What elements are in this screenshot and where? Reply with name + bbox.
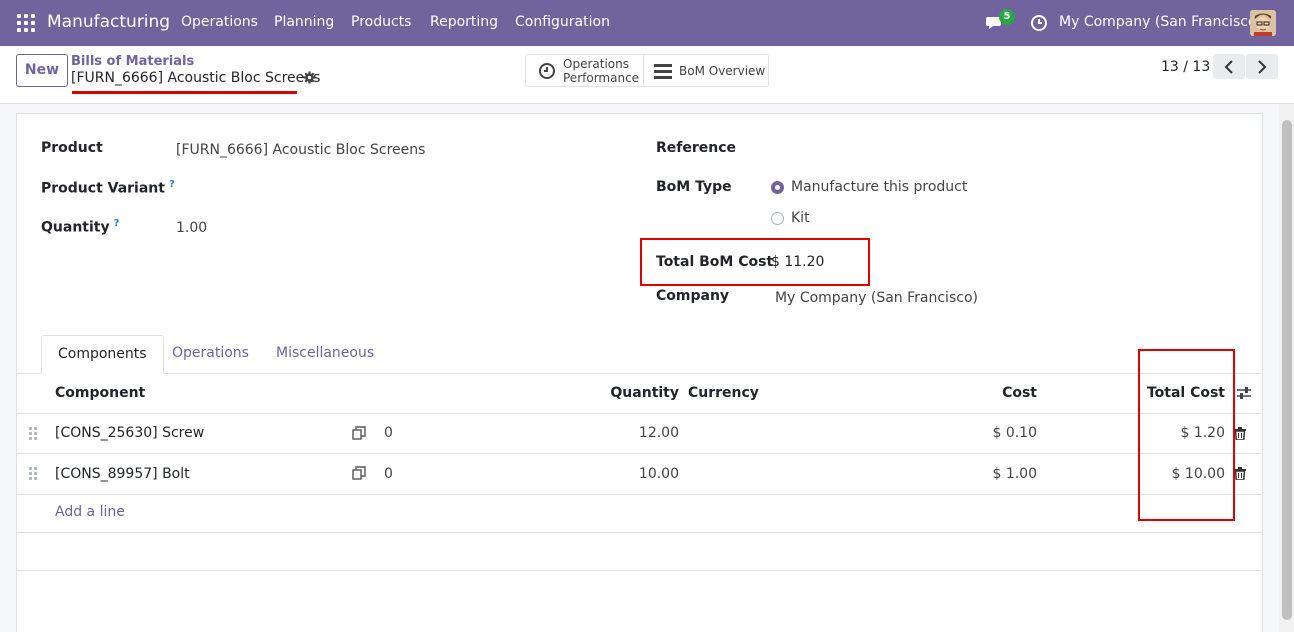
avatar[interactable] (1250, 10, 1276, 36)
operations-performance-label-1: Operations (563, 56, 629, 71)
chat-count-badge: 5 (999, 9, 1015, 25)
pager-next-button[interactable] (1246, 54, 1278, 79)
menu-configuration[interactable]: Configuration (515, 14, 610, 30)
operations-performance-label-2: Performance (563, 70, 640, 85)
trash-icon[interactable] (1234, 427, 1246, 440)
help-icon[interactable]: ? (114, 218, 120, 229)
row-divider (17, 494, 1262, 495)
table-row-availability: 0 (384, 466, 393, 482)
quantity-label-text: Quantity (41, 219, 110, 236)
bom-type-manufacture-radio[interactable] (771, 181, 784, 194)
column-header-quantity[interactable]: Quantity (600, 385, 679, 401)
optional-columns-icon[interactable] (1236, 385, 1252, 401)
menu-operations[interactable]: Operations (181, 14, 258, 30)
column-header-cost[interactable]: Cost (937, 385, 1037, 401)
highlight-box-total-cost-column (1138, 349, 1235, 521)
row-divider (17, 453, 1262, 454)
chevron-left-icon (1224, 59, 1233, 74)
operations-performance-button[interactable]: Operations Performance (526, 55, 644, 86)
gear-icon[interactable] (303, 71, 316, 84)
table-row-availability: 0 (384, 425, 393, 441)
tab-miscellaneous[interactable]: Miscellaneous (260, 335, 390, 374)
bom-overview-button[interactable]: BoM Overview (644, 55, 765, 86)
bom-type-manufacture-label[interactable]: Manufacture this product (791, 179, 967, 195)
clock-icon (539, 62, 555, 79)
row-divider (17, 413, 1262, 414)
drag-handle-icon[interactable] (29, 427, 37, 440)
bom-type-kit-radio[interactable] (771, 212, 784, 225)
tab-operations[interactable]: Operations (156, 335, 265, 374)
bom-type-label: BoM Type (656, 179, 732, 195)
record-title: [FURN_6666] Acoustic Bloc Screens (71, 70, 321, 86)
product-field[interactable]: [FURN_6666] Acoustic Bloc Screens (176, 142, 425, 158)
table-row-quantity[interactable]: 12.00 (580, 425, 679, 441)
list-icon (654, 63, 672, 79)
add-a-line-link[interactable]: Add a line (55, 504, 125, 520)
highlight-underline (72, 91, 297, 94)
trash-icon[interactable] (1234, 467, 1246, 480)
app-name[interactable]: Manufacturing (47, 12, 170, 32)
scrollbar-thumb[interactable] (1282, 120, 1292, 620)
menu-planning[interactable]: Planning (274, 14, 334, 30)
table-row-component[interactable]: [CONS_25630] Screw (55, 425, 204, 441)
company-label: Company (656, 288, 730, 304)
product-variant-label-text: Product Variant (41, 180, 165, 197)
apps-grid-icon[interactable] (17, 14, 35, 32)
row-divider (17, 570, 1262, 571)
pager-previous-button[interactable] (1213, 54, 1245, 79)
row-divider (17, 532, 1262, 533)
top-navbar: Manufacturing Operations Planning Produc… (0, 0, 1294, 46)
reference-label: Reference (656, 140, 737, 156)
table-row-cost: $ 0.10 (992, 425, 1037, 441)
menu-reporting[interactable]: Reporting (430, 14, 498, 30)
company-field[interactable]: My Company (San Francisco) (775, 290, 978, 306)
column-header-component[interactable]: Component (55, 385, 145, 401)
control-panel: New Bills of Materials [FURN_6666] Acous… (0, 46, 1294, 104)
new-button[interactable]: New (16, 54, 68, 87)
drag-handle-icon[interactable] (29, 467, 37, 480)
help-icon[interactable]: ? (169, 179, 175, 190)
menu-products[interactable]: Products (351, 14, 411, 30)
quantity-field[interactable]: 1.00 (176, 220, 207, 236)
table-row-component[interactable]: [CONS_89957] Bolt (55, 466, 190, 482)
smart-buttons: Operations Performance BoM Overview (525, 54, 769, 87)
column-header-currency[interactable]: Currency (688, 385, 759, 401)
highlight-box-total-cost (640, 238, 870, 286)
forecast-report-icon[interactable] (352, 426, 366, 440)
bom-type-kit-label[interactable]: Kit (791, 210, 810, 226)
table-row-cost: $ 1.00 (992, 466, 1037, 482)
company-switcher[interactable]: My Company (San Francisco) (1059, 14, 1262, 30)
chevron-right-icon (1258, 59, 1267, 74)
table-row-quantity[interactable]: 10.00 (580, 466, 679, 482)
tab-components[interactable]: Components (41, 335, 164, 374)
pager-value[interactable]: 13 / 13 (1161, 59, 1210, 75)
forecast-report-icon[interactable] (352, 466, 366, 480)
breadcrumb-bills-of-materials[interactable]: Bills of Materials (71, 54, 194, 69)
product-variant-label: Product Variant? (41, 179, 175, 197)
clock-icon[interactable] (1030, 14, 1048, 32)
quantity-label: Quantity? (41, 218, 119, 236)
bom-overview-label: BoM Overview (679, 63, 766, 78)
product-label: Product (41, 140, 103, 156)
